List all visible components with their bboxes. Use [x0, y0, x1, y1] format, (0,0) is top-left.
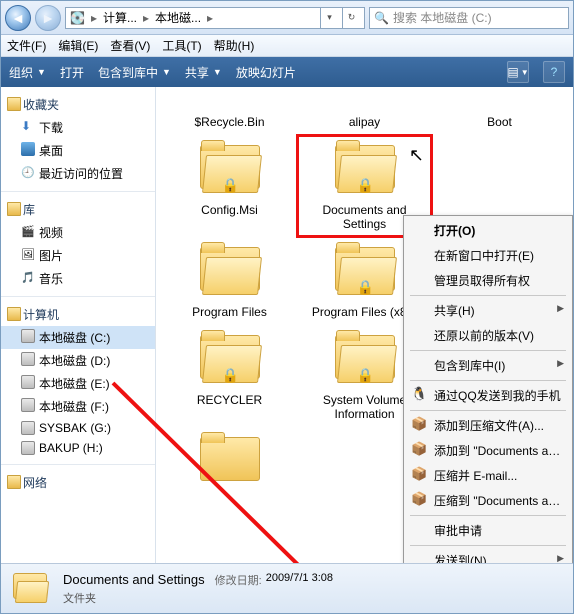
ctx-admin-own[interactable]: 管理员取得所有权 — [406, 268, 570, 293]
ctx-share[interactable]: 共享(H) — [406, 298, 570, 323]
qq-icon: 🐧 — [411, 386, 427, 402]
search-icon: 🔍 — [374, 11, 389, 25]
breadcrumb-segment[interactable]: 本地磁... — [155, 9, 201, 26]
nav-drive-g[interactable]: SYSBAK (G:) — [1, 418, 155, 438]
organize-button[interactable]: 组织▼ — [9, 64, 46, 81]
details-type: 文件夹 — [63, 590, 333, 606]
archive-icon: 📦 — [411, 466, 427, 482]
ctx-add-docs-archive[interactable]: 📦添加到 "Documents and S — [406, 438, 570, 463]
help-button[interactable]: ? — [543, 61, 565, 83]
chevron-right-icon: ▸ — [141, 11, 151, 25]
folder-alipay[interactable]: alipay — [299, 91, 430, 133]
address-dropdown[interactable]: ▾ — [320, 7, 338, 29]
ctx-add-archive[interactable]: 📦添加到压缩文件(A)... — [406, 413, 570, 438]
folder-configmsi[interactable]: Config.Msi — [164, 137, 295, 235]
slideshow-button[interactable]: 放映幻灯片 — [236, 64, 296, 81]
nav-favorites[interactable]: 收藏夹 — [1, 93, 155, 116]
nav-drive-d[interactable]: 本地磁盘 (D:) — [1, 349, 155, 372]
ctx-zip-docs[interactable]: 📦压缩到 "Documents and S — [406, 488, 570, 513]
refresh-button[interactable]: ↻ — [342, 7, 360, 29]
nav-forward-button[interactable]: ► — [35, 5, 61, 31]
search-placeholder: 搜索 本地磁盘 (C:) — [393, 9, 492, 26]
lock-icon — [222, 367, 238, 383]
nav-recent[interactable]: 最近访问的位置 — [1, 162, 155, 185]
nav-drive-h[interactable]: BAKUP (H:) — [1, 438, 155, 458]
details-name: Documents and Settings — [63, 572, 205, 587]
breadcrumb-segment[interactable]: 计算... — [103, 9, 137, 26]
menubar: 文件(F) 编辑(E) 查看(V) 工具(T) 帮助(H) — [1, 35, 573, 57]
view-mode-button[interactable]: ▤▼ — [507, 61, 529, 83]
menu-help[interactable]: 帮助(H) — [214, 37, 255, 54]
ctx-send-to[interactable]: 发送到(N) — [406, 548, 570, 563]
archive-icon: 📦 — [411, 416, 427, 432]
navigation-pane: 收藏夹 下载 桌面 最近访问的位置 库 视频 图片 音乐 计算机 本地磁盘 (C… — [1, 87, 156, 563]
cursor-icon: ↖ — [409, 145, 424, 166]
nav-music[interactable]: 音乐 — [1, 267, 155, 290]
details-pane: Documents and Settings 修改日期: 2009/7/1 3:… — [1, 563, 573, 613]
nav-downloads[interactable]: 下载 — [1, 116, 155, 139]
ctx-qq-send[interactable]: 🐧通过QQ发送到我的手机 — [406, 383, 570, 408]
include-button[interactable]: 包含到库中▼ — [98, 64, 171, 81]
address-box[interactable]: 💽 ▸ 计算... ▸ 本地磁... ▸ ▾ ↻ — [65, 7, 365, 29]
open-button[interactable]: 打开 — [60, 64, 84, 81]
ctx-include-library[interactable]: 包含到库中(I) — [406, 353, 570, 378]
lock-icon — [357, 279, 373, 295]
folder-partial[interactable] — [164, 429, 295, 461]
nav-drive-f[interactable]: 本地磁盘 (F:) — [1, 395, 155, 418]
lock-icon — [357, 177, 373, 193]
nav-pictures[interactable]: 图片 — [1, 244, 155, 267]
nav-desktop[interactable]: 桌面 — [1, 139, 155, 162]
archive-icon: 📦 — [411, 491, 427, 507]
chevron-right-icon: ▸ — [89, 11, 99, 25]
nav-drive-c[interactable]: 本地磁盘 (C:) — [1, 326, 155, 349]
nav-back-button[interactable]: ◄ — [5, 5, 31, 31]
ctx-zip-email[interactable]: 📦压缩并 E-mail... — [406, 463, 570, 488]
chevron-right-icon: ▸ — [205, 11, 215, 25]
share-button[interactable]: 共享▼ — [185, 64, 222, 81]
ctx-previous-versions[interactable]: 还原以前的版本(V) — [406, 323, 570, 348]
folder-recycler[interactable]: RECYCLER — [164, 327, 295, 425]
lock-icon — [357, 367, 373, 383]
ctx-open-new-window[interactable]: 在新窗口中打开(E) — [406, 243, 570, 268]
nav-network[interactable]: 网络 — [1, 471, 155, 494]
toolbar: 组织▼ 打开 包含到库中▼ 共享▼ 放映幻灯片 ▤▼ ? — [1, 57, 573, 87]
folder-icon — [11, 571, 53, 607]
drive-icon: 💽 — [70, 11, 85, 25]
folder-recyclebin[interactable]: $Recycle.Bin — [164, 91, 295, 133]
menu-tools[interactable]: 工具(T) — [162, 37, 201, 54]
folder-boot[interactable]: Boot — [434, 91, 565, 133]
details-mod-value: 2009/7/1 3:08 — [266, 572, 333, 588]
folder-program-files[interactable]: Program Files — [164, 239, 295, 323]
menu-view[interactable]: 查看(V) — [110, 37, 150, 54]
menu-edit[interactable]: 编辑(E) — [58, 37, 98, 54]
nav-libraries[interactable]: 库 — [1, 198, 155, 221]
ctx-approve[interactable]: 审批申请 — [406, 518, 570, 543]
nav-drive-e[interactable]: 本地磁盘 (E:) — [1, 372, 155, 395]
search-input[interactable]: 🔍 搜索 本地磁盘 (C:) — [369, 7, 569, 29]
context-menu: 打开(O) 在新窗口中打开(E) 管理员取得所有权 共享(H) 还原以前的版本(… — [403, 215, 573, 563]
nav-computer[interactable]: 计算机 — [1, 303, 155, 326]
archive-icon: 📦 — [411, 441, 427, 457]
nav-videos[interactable]: 视频 — [1, 221, 155, 244]
menu-file[interactable]: 文件(F) — [7, 37, 46, 54]
ctx-open[interactable]: 打开(O) — [406, 218, 570, 243]
lock-icon — [222, 177, 238, 193]
details-mod-label: 修改日期: — [215, 572, 262, 588]
